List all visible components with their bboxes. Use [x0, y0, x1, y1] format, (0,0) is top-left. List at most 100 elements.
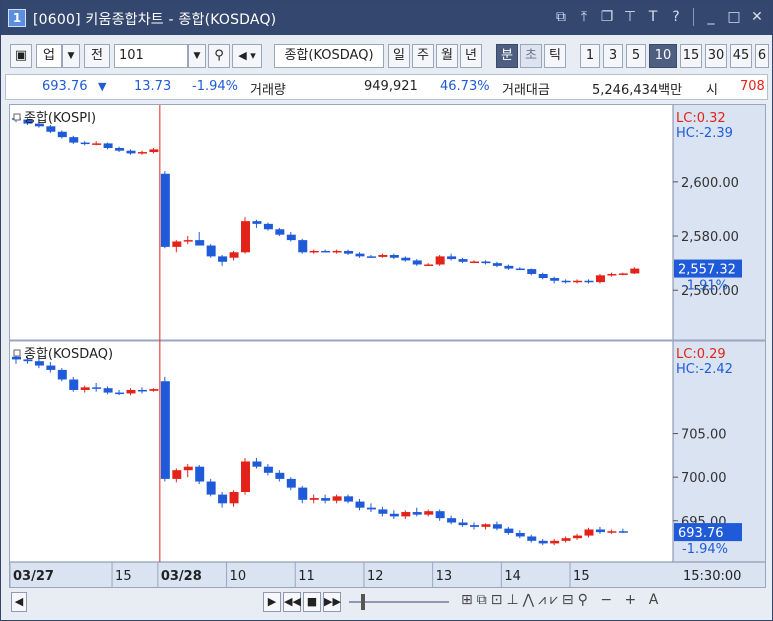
candle-body: [389, 513, 399, 517]
candle-body: [355, 253, 365, 257]
candle-body: [458, 522, 468, 526]
volume-percent: 46.73%: [440, 79, 490, 94]
window-title: [0600] 키움종합차트 - 종합(KOSDAQ): [33, 12, 277, 28]
sound-icon[interactable]: ◀ ▾: [232, 44, 262, 68]
stamp-icon[interactable]: ⊤: [621, 7, 639, 27]
candle-body: [137, 389, 147, 392]
candle-body: [12, 356, 21, 360]
candle-body: [241, 461, 250, 492]
candle-body: [573, 535, 583, 539]
candle-body: [69, 137, 79, 143]
period-week[interactable]: 주: [412, 44, 434, 68]
chart-settings-icon[interactable]: ▣: [10, 44, 32, 68]
navigation-bar: ◀ ▶ ◀◀ ■ ▶▶ ⊞⧉⊡⊥⋀⩘⩗⊟⚲ − + A: [9, 590, 766, 614]
code-dropdown-icon[interactable]: ▼: [188, 44, 206, 68]
candle-body: [92, 387, 102, 389]
y-tick-label: 700.00: [681, 471, 727, 486]
candle-body: [115, 392, 125, 395]
candle-body: [80, 142, 90, 145]
fast-forward-icon[interactable]: ▶▶: [323, 592, 341, 612]
candle-body: [298, 487, 308, 500]
scroll-left-icon[interactable]: ◀: [11, 592, 27, 612]
maximize-icon[interactable]: □: [725, 7, 743, 27]
copy-icon[interactable]: ❐: [598, 7, 616, 27]
period-tick[interactable]: 틱: [544, 44, 566, 68]
market-type[interactable]: 업: [36, 44, 62, 68]
candle-body: [332, 250, 342, 253]
candle-body: [321, 250, 331, 253]
x-tick-label: 03/27: [13, 569, 54, 584]
drawing-tools[interactable]: ⊞⧉⊡⊥⋀⩘⩗⊟⚲ − + A: [461, 592, 662, 608]
window-restore-icon[interactable]: ⧉: [552, 7, 570, 27]
play-icon[interactable]: ▶: [263, 592, 281, 612]
last-value-label: 693.76: [678, 526, 724, 541]
interval-15[interactable]: 15: [680, 44, 702, 68]
candle-body: [275, 229, 285, 235]
separator: [693, 8, 694, 26]
interval-1[interactable]: 1: [580, 44, 600, 68]
candle-body: [286, 478, 296, 488]
candle-body: [481, 524, 491, 527]
candle-body: [183, 466, 193, 471]
search-icon[interactable]: ⚲: [208, 44, 230, 68]
interval-3[interactable]: 3: [603, 44, 623, 68]
candle-body: [550, 278, 560, 281]
candle-body: [595, 529, 605, 533]
chart-area[interactable]: 2,600.00 2,580.00 2,560.00 종합(KOSPI) LC:0.32…: [9, 104, 766, 588]
candle-body: [561, 538, 571, 541]
y-tick-label: 705.00: [681, 428, 727, 443]
candle-body: [332, 496, 342, 501]
candle-body: [172, 470, 182, 479]
interval-30[interactable]: 30: [705, 44, 727, 68]
candle-body: [550, 540, 560, 544]
candle-body: [172, 241, 182, 247]
candle-body: [263, 466, 273, 473]
stop-icon[interactable]: ■: [303, 592, 321, 612]
text-icon[interactable]: T: [644, 7, 662, 27]
period-year[interactable]: 년: [460, 44, 482, 68]
candle-body: [126, 389, 136, 394]
candle-body: [309, 250, 319, 253]
candle-body: [618, 273, 628, 275]
open-value: 708: [740, 79, 765, 94]
candle-body: [275, 472, 285, 479]
period-minute[interactable]: 분: [496, 44, 518, 68]
candle-body: [527, 269, 537, 274]
candle-body: [252, 461, 262, 467]
minimize-icon[interactable]: _: [702, 7, 720, 27]
candle-body: [229, 252, 239, 258]
item-name: 종합(KOSDAQ): [274, 44, 384, 68]
candle-body: [607, 273, 617, 276]
candle-body: [46, 126, 56, 132]
period-second[interactable]: 초: [520, 44, 542, 68]
series-marker-icon: [13, 349, 21, 357]
candle-body: [573, 280, 583, 283]
interval-more[interactable]: 6: [755, 44, 769, 68]
candlestick-chart[interactable]: 2,600.002,580.002,560.00종합(KOSPI) LC:0.32…: [10, 105, 765, 587]
candle-body: [458, 259, 468, 262]
candle-body: [504, 265, 514, 269]
period-month[interactable]: 월: [436, 44, 458, 68]
interval-45[interactable]: 45: [730, 44, 752, 68]
volume-value: 949,921: [364, 79, 418, 94]
candle-body: [378, 255, 388, 257]
close-icon[interactable]: ✕: [748, 7, 766, 27]
rewind-icon[interactable]: ◀◀: [283, 592, 301, 612]
candle-body: [115, 147, 125, 151]
interval-5[interactable]: 5: [626, 44, 646, 68]
candle-body: [424, 511, 434, 515]
candle-body: [206, 481, 216, 495]
period-day[interactable]: 일: [388, 44, 410, 68]
code-input[interactable]: 101: [114, 44, 188, 68]
interval-10[interactable]: 10: [649, 44, 677, 68]
candle-body: [515, 268, 525, 271]
chevron-down-icon[interactable]: ▼: [62, 44, 80, 68]
pin-icon[interactable]: ⤒: [575, 7, 593, 27]
candle-body: [538, 540, 548, 544]
zoom-slider-handle[interactable]: [361, 594, 365, 610]
help-icon[interactable]: ?: [667, 7, 685, 27]
candle-body: [103, 143, 113, 148]
prev-button[interactable]: 전: [84, 44, 110, 68]
candle-body: [527, 536, 537, 541]
candle-body: [344, 496, 354, 502]
